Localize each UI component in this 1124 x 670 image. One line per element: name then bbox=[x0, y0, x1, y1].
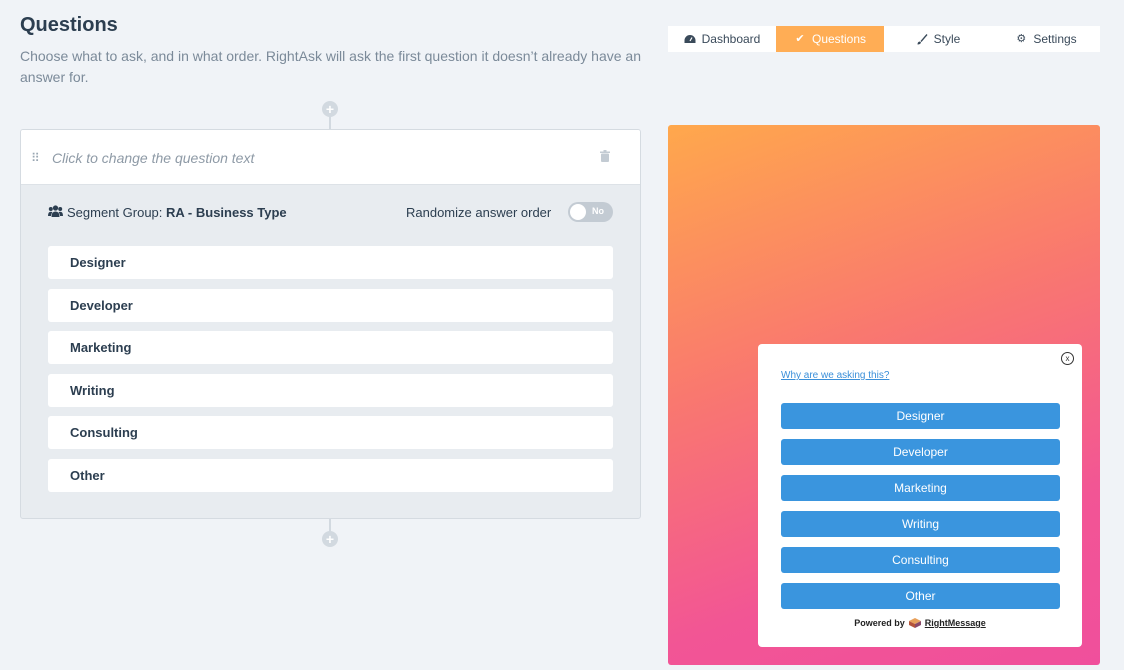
answer-item[interactable]: Designer bbox=[48, 246, 613, 279]
question-text-input[interactable]: Click to change the question text bbox=[52, 150, 254, 166]
answer-item[interactable]: Other bbox=[48, 458, 613, 492]
widget-answer-button[interactable]: Developer bbox=[781, 439, 1060, 465]
top-nav: Dashboard ✔ Questions Style ⚙ Settings bbox=[668, 26, 1100, 52]
widget-answer-button[interactable]: Writing bbox=[781, 511, 1060, 537]
widget-answer-button[interactable]: Marketing bbox=[781, 475, 1060, 501]
widget-answer-button[interactable]: Consulting bbox=[781, 547, 1060, 573]
answer-item[interactable]: Consulting bbox=[48, 416, 613, 450]
tab-style[interactable]: Style bbox=[884, 26, 992, 52]
widget-answer-button[interactable]: Designer bbox=[781, 403, 1060, 429]
tab-label: Dashboard bbox=[701, 32, 761, 46]
add-question-above-button[interactable]: + bbox=[322, 101, 338, 117]
question-header: ⠿ Click to change the question text bbox=[21, 130, 640, 185]
question-widget: x Why are we asking this? Designer Devel… bbox=[758, 344, 1082, 647]
check-icon: ✔ bbox=[795, 32, 805, 45]
segment-prefix: Segment Group: bbox=[67, 205, 163, 220]
tab-label: Settings bbox=[1033, 32, 1077, 46]
close-icon[interactable]: x bbox=[1061, 352, 1074, 365]
randomize-label: Randomize answer order bbox=[406, 205, 552, 220]
tab-questions[interactable]: ✔ Questions bbox=[776, 26, 884, 52]
widget-answer-buttons: Designer Developer Marketing Writing Con… bbox=[781, 403, 1060, 619]
rightmessage-link[interactable]: RightMessage bbox=[925, 618, 986, 628]
rightmessage-logo-icon bbox=[908, 618, 921, 628]
segment-row: Segment Group: RA - Business Type Random… bbox=[21, 185, 640, 241]
segment-group-label: Segment Group: RA - Business Type bbox=[67, 205, 287, 220]
segment-group-name[interactable]: RA - Business Type bbox=[166, 205, 287, 220]
tab-dashboard[interactable]: Dashboard bbox=[668, 26, 776, 52]
toggle-value: No bbox=[592, 206, 604, 216]
page-description: Choose what to ask, and in what order. R… bbox=[20, 48, 642, 85]
drag-handle-icon[interactable]: ⠿ bbox=[31, 151, 40, 165]
tab-label: Style bbox=[933, 32, 961, 46]
answer-item[interactable]: Writing bbox=[48, 373, 613, 407]
answer-item[interactable]: Marketing bbox=[48, 331, 613, 365]
answer-item[interactable]: Developer bbox=[48, 288, 613, 322]
gear-icon: ⚙ bbox=[1016, 32, 1027, 45]
tab-label: Questions bbox=[811, 32, 867, 46]
answer-list: Designer Developer Marketing Writing Con… bbox=[48, 246, 613, 502]
why-asking-link[interactable]: Why are we asking this? bbox=[781, 370, 889, 381]
add-question-below-button[interactable]: + bbox=[322, 531, 338, 547]
page-title: Questions bbox=[20, 14, 118, 36]
preview-panel: x Why are we asking this? Designer Devel… bbox=[668, 125, 1100, 665]
widget-answer-button[interactable]: Other bbox=[781, 583, 1060, 609]
dashboard-icon bbox=[684, 34, 696, 43]
randomize-toggle[interactable]: No bbox=[568, 202, 613, 222]
users-icon bbox=[48, 205, 63, 217]
tab-settings[interactable]: ⚙ Settings bbox=[992, 26, 1100, 52]
question-card: ⠿ Click to change the question text Segm… bbox=[20, 129, 641, 519]
brush-icon bbox=[917, 33, 928, 44]
trash-icon[interactable] bbox=[600, 150, 610, 162]
toggle-knob bbox=[570, 204, 586, 220]
powered-by: Powered by RightMessage bbox=[758, 618, 1082, 628]
powered-by-label: Powered by bbox=[854, 618, 905, 628]
